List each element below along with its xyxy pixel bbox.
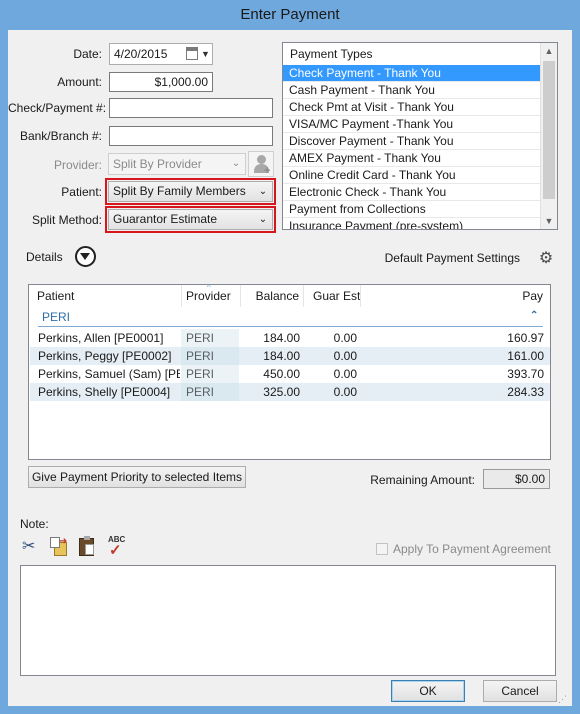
provider-column-shade [181,329,239,401]
split-method-select[interactable]: Guarantor Estimate ⌄ [108,209,273,230]
cell-guar-est: 0.00 [333,331,357,345]
split-method-label: Split Method: [31,213,102,227]
apply-agreement-label: Apply To Payment Agreement [393,542,551,556]
collapse-group-icon[interactable]: ⌃ [530,310,538,321]
payment-types-header: Payment Types [290,47,373,61]
payment-type-item[interactable]: Check Payment - Thank You [283,65,540,82]
payment-type-item[interactable]: AMEX Payment - Thank You [283,150,540,167]
provider-label: Provider: [53,158,102,172]
default-payment-settings-link[interactable]: Default Payment Settings [368,251,520,265]
copy-icon[interactable]: ➜ [50,536,68,556]
column-header-pay[interactable]: Pay [429,285,543,307]
group-label: PERI [42,310,71,324]
chevron-down-icon: ⌄ [258,186,268,197]
spell-check-icon[interactable]: ABC ✓ [106,535,128,559]
cancel-button[interactable]: Cancel [483,680,557,702]
column-divider [360,285,361,307]
cell-pay: 393.70 [507,367,544,381]
group-row[interactable]: PERI ⌃ [30,308,549,328]
bank-branch-field[interactable] [109,126,273,146]
details-expand-icon[interactable] [75,246,96,267]
payment-type-item[interactable]: Online Credit Card - Thank You [283,167,540,184]
cell-balance: 325.00 [263,385,300,399]
cell-patient: Perkins, Allen [PE0001] [38,331,164,345]
patient-label: Patient: [61,185,102,199]
payment-type-item[interactable]: Discover Payment - Thank You [283,133,540,150]
scroll-thumb[interactable] [543,61,555,199]
apply-agreement-checkbox [376,543,388,555]
date-picker[interactable]: 4/20/2015 ▼ [109,43,213,65]
remaining-amount-value: $0.00 [483,469,550,489]
table-row[interactable]: Perkins, Allen [PE0001] PERI 184.00 0.00 160… [30,329,550,347]
remaining-amount-label: Remaining Amount: [370,473,475,487]
payment-types-scrollbar[interactable]: ▲ ▼ [540,43,557,229]
column-header-guar-est[interactable]: Guar Est [313,285,360,307]
cell-balance: 184.00 [263,349,300,363]
split-method-select-value: Guarantor Estimate [113,212,218,226]
cell-guar-est: 0.00 [333,349,357,363]
scroll-up-icon[interactable]: ▲ [541,43,557,59]
enter-payment-window: Enter Payment Date: 4/20/2015 ▼ Amount: … [0,0,580,714]
cell-pay: 161.00 [507,349,544,363]
sort-indicator-icon: ^ [207,283,211,292]
column-divider [181,285,182,307]
give-payment-priority-button[interactable]: Give Payment Priority to selected Items [28,466,246,488]
scissors-icon[interactable]: ✂ [22,537,42,557]
paste-icon[interactable] [78,536,96,557]
group-underline [38,326,543,327]
date-value: 4/20/2015 [114,47,168,61]
payment-types-list[interactable]: Payment Types Check Payment - Thank You C… [282,42,558,230]
calendar-icon[interactable] [186,47,198,60]
column-header-balance[interactable]: Balance [241,285,299,307]
amount-field[interactable]: $1,000.00 [109,72,213,92]
patient-select[interactable]: Split By Family Members ⌄ [108,181,273,202]
column-divider [303,285,304,307]
cell-guar-est: 0.00 [333,385,357,399]
cell-patient: Perkins, Peggy [PE0002] [38,349,172,363]
chevron-down-icon: ⌄ [231,158,241,169]
note-textarea[interactable] [20,565,556,676]
add-provider-icon[interactable]: + [248,151,274,177]
table-row[interactable]: Perkins, Shelly [PE0004] PERI 325.00 0.00 28… [30,383,550,401]
cell-pay: 284.33 [507,385,544,399]
payment-type-item[interactable]: Electronic Check - Thank You [283,184,540,201]
cell-balance: 184.00 [263,331,300,345]
note-label: Note: [20,517,49,531]
chevron-down-icon[interactable]: ▼ [201,44,210,64]
bank-branch-label: Bank/Branch #: [19,129,102,143]
amount-label: Amount: [57,75,102,89]
date-label: Date: [73,47,102,61]
cell-patient: Perkins, Shelly [PE0004] [38,385,171,399]
provider-select-value: Split By Provider [113,157,202,171]
payment-type-item[interactable]: Payment from Collections [283,201,540,218]
payment-grid[interactable]: Patient Provider ^ Balance Guar Est Pay … [28,283,551,460]
details-label: Details [26,250,63,264]
payment-type-item[interactable]: VISA/MC Payment -Thank You [283,116,540,133]
patient-select-value: Split By Family Members [113,184,246,198]
column-header-patient[interactable]: Patient [37,285,74,307]
cell-patient: Perkins, Samuel (Sam) [PE0... [38,367,180,381]
cell-guar-est: 0.00 [333,367,357,381]
table-row[interactable]: Perkins, Samuel (Sam) [PE0...PERI450.000… [30,365,550,383]
ok-button[interactable]: OK [391,680,465,702]
cell-pay: 160.97 [507,331,544,345]
payment-type-item[interactable]: Check Pmt at Visit - Thank You [283,99,540,116]
window-title: Enter Payment [0,0,580,30]
provider-select: Split By Provider ⌄ [108,153,246,175]
scroll-down-icon[interactable]: ▼ [541,213,557,229]
chevron-down-icon: ⌄ [258,214,268,225]
check-number-label: Check/Payment #: [8,101,107,115]
check-number-field[interactable] [109,98,273,118]
gear-icon[interactable]: ⚙ [538,251,554,267]
payment-type-item[interactable]: Cash Payment - Thank You [283,82,540,99]
dialog-client-area: Date: 4/20/2015 ▼ Amount: $1,000.00 Chec… [8,30,572,706]
cell-balance: 450.00 [263,367,300,381]
payment-type-item[interactable]: Insurance Payment (pre-system) [283,218,540,229]
resize-grip-icon[interactable]: ⋰ [558,694,567,705]
table-row[interactable]: Perkins, Peggy [PE0002] PERI 184.00 0.00 161… [30,347,550,365]
